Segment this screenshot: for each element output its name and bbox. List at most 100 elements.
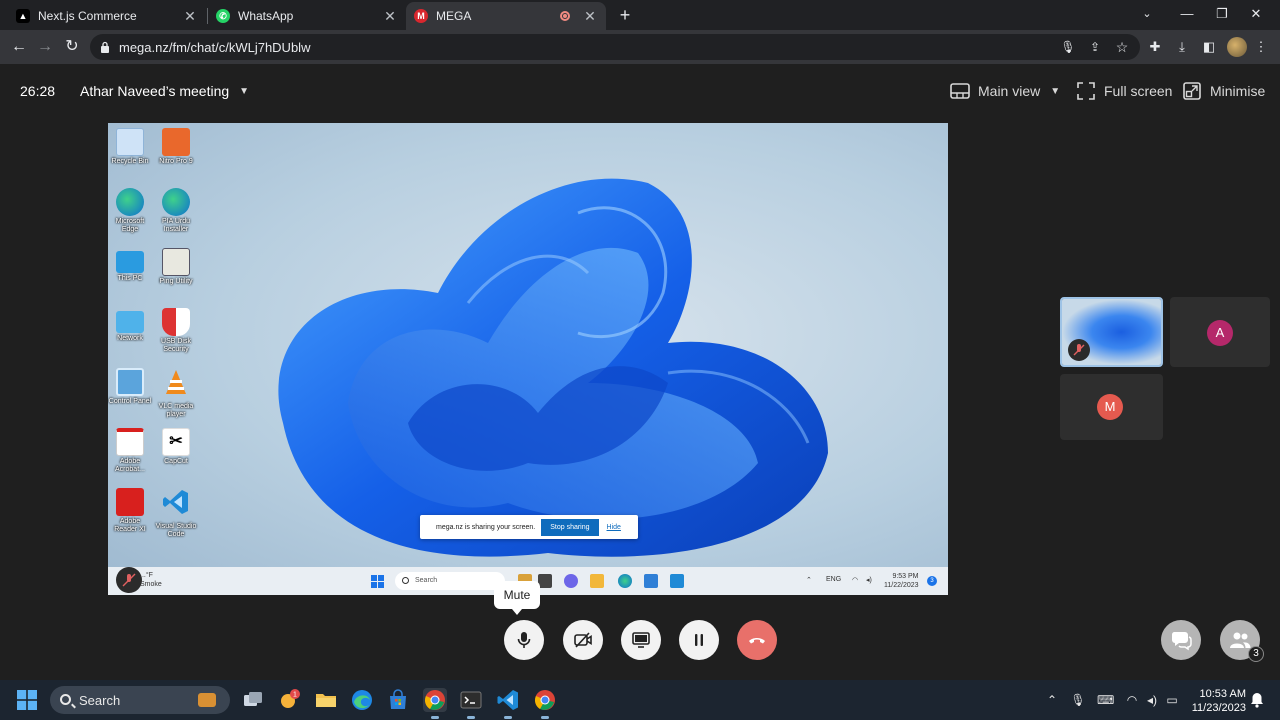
microsoft-store-icon[interactable]	[386, 688, 410, 712]
mute-button[interactable]	[504, 620, 544, 660]
screen-sharing-bar: mega.nz is sharing your screen. Stop sha…	[420, 515, 638, 539]
taskbar-search-input[interactable]: Search	[395, 572, 505, 590]
share-icon[interactable]: ⇪	[1087, 39, 1103, 55]
weather-widget[interactable]: ...°F Smoke	[140, 571, 162, 589]
full-screen-label: Full screen	[1104, 83, 1173, 99]
microphone-icon[interactable]: 🎙	[1060, 39, 1076, 55]
desktop-icon[interactable]: ✂ CapCut	[154, 428, 198, 466]
desktop-icon[interactable]: Recycle Bin	[108, 128, 152, 166]
keyboard-icon[interactable]: ⌨	[1097, 692, 1114, 708]
share-screen-button[interactable]	[621, 620, 661, 660]
folder-icon[interactable]	[590, 574, 604, 588]
bookmark-star-icon[interactable]: ☆	[1114, 39, 1130, 55]
tab-mega[interactable]: M MEGA ✕	[406, 2, 606, 30]
participant-tile-screen[interactable]	[1060, 297, 1163, 367]
minimize-window-button[interactable]: —	[1176, 4, 1198, 24]
chrome-icon[interactable]	[423, 688, 447, 719]
address-bar[interactable]: mega.nz/fm/chat/c/kWLj7hDUblw 🎙 ⇪ ☆	[90, 34, 1140, 60]
main-view-button[interactable]: Main view ▼	[950, 80, 1060, 102]
participant-tile-m[interactable]: M	[1060, 374, 1163, 440]
desktop-icon[interactable]: USB Disk Security	[154, 308, 198, 354]
hide-sharing-bar-link[interactable]: Hide	[607, 524, 621, 531]
volume-icon[interactable]: ◂)	[866, 576, 872, 584]
tab-whatsapp[interactable]: ✆ WhatsApp ✕	[208, 2, 406, 30]
muted-user-avatar	[116, 567, 142, 593]
downloads-icon[interactable]: ⤓	[1174, 39, 1190, 55]
desktop-icon[interactable]: Adobe Reader XI	[108, 488, 152, 534]
desktop-icon[interactable]: Nitro Pro 9	[154, 128, 198, 166]
new-tab-button[interactable]: +	[614, 4, 636, 26]
participant-tile-a[interactable]: A	[1170, 297, 1270, 367]
desktop-icon-label: Visual Studio Code	[155, 523, 197, 538]
end-call-button[interactable]	[737, 620, 777, 660]
desktop-icon[interactable]: Visual Studio Code	[154, 488, 198, 539]
volume-icon[interactable]: ◂)	[1144, 692, 1160, 708]
shared-screen-clock[interactable]: 9:53 PM 11/22/2023	[884, 572, 919, 590]
widgets-icon[interactable]: 1	[278, 688, 302, 712]
reload-icon[interactable]: ↻	[61, 36, 83, 58]
taskbar-search-input[interactable]: Search	[50, 686, 230, 714]
extensions-icon[interactable]: ✚	[1147, 39, 1163, 55]
browser-toolbar: ← → ↻ mega.nz/fm/chat/c/kWLj7hDUblw 🎙 ⇪ …	[0, 30, 1280, 64]
vscode-icon[interactable]	[496, 688, 520, 719]
vscode-icon[interactable]	[670, 574, 684, 588]
close-tab-icon[interactable]: ✕	[382, 8, 398, 24]
chat-button[interactable]	[1161, 620, 1201, 660]
back-icon[interactable]: ←	[8, 36, 30, 58]
wifi-icon[interactable]: ◠	[1124, 692, 1140, 708]
edge-icon[interactable]	[618, 574, 632, 588]
sharing-message: mega.nz is sharing your screen.	[436, 523, 536, 531]
menu-icon[interactable]: ⋮	[1253, 39, 1269, 55]
desktop-icon-label: Ping Utility	[159, 278, 193, 285]
desktop-icon[interactable]: Microsoft Edge	[108, 188, 152, 234]
desktop-icon-label: Microsoft Edge	[115, 218, 145, 233]
notification-bell-icon[interactable]	[1250, 692, 1264, 708]
hold-call-button[interactable]	[679, 620, 719, 660]
full-screen-button[interactable]: Full screen	[1076, 80, 1172, 102]
participants-button[interactable]: 3	[1220, 620, 1264, 662]
camera-toggle-button[interactable]	[563, 620, 603, 660]
desktop-icon[interactable]: VLC media player	[154, 368, 198, 419]
terminal-icon[interactable]	[459, 688, 483, 719]
wifi-icon[interactable]: ◠	[852, 576, 858, 584]
edge-icon[interactable]	[350, 688, 374, 712]
desktop-icon[interactable]: Adobe Acrobat...	[108, 428, 152, 474]
microphone-icon[interactable]: 🎙	[1070, 692, 1086, 708]
task-view-icon[interactable]	[538, 574, 552, 588]
desktop-icon[interactable]: Network	[108, 308, 152, 343]
meeting-title[interactable]: Athar Naveed’s meeting ▼	[80, 83, 249, 99]
teams-chat-icon[interactable]	[564, 574, 578, 588]
system-clock[interactable]: 10:53 AM 11/23/2023	[1188, 687, 1246, 715]
desktop-icon[interactable]: Ping Utility	[154, 248, 198, 286]
close-window-button[interactable]: ✕	[1245, 4, 1267, 24]
desktop-icon[interactable]: This PC	[108, 248, 152, 283]
minimise-button[interactable]: Minimise	[1182, 80, 1265, 102]
store-icon[interactable]	[644, 574, 658, 588]
close-tab-icon[interactable]: ✕	[582, 8, 598, 24]
edge-icon	[162, 188, 190, 216]
forward-icon[interactable]: →	[34, 36, 56, 58]
vlc-icon	[166, 370, 186, 394]
chevron-up-icon[interactable]: ⌃	[1044, 692, 1060, 708]
profile-avatar[interactable]	[1227, 37, 1247, 57]
mega-icon: M	[414, 9, 428, 23]
tab-search-icon[interactable]: ⌄	[1136, 4, 1158, 24]
close-tab-icon[interactable]: ✕	[182, 8, 198, 24]
language-indicator[interactable]: ENG	[826, 576, 841, 583]
windows-start-icon[interactable]	[17, 690, 37, 710]
side-panel-icon[interactable]: ◧	[1201, 39, 1217, 55]
acrobat-icon	[116, 488, 144, 516]
stop-sharing-button[interactable]: Stop sharing	[541, 518, 599, 536]
desktop-icon[interactable]: Control Panel	[108, 368, 152, 406]
windows-start-icon[interactable]	[371, 575, 384, 588]
desktop-icon[interactable]: PIA Urdu Installer	[154, 188, 198, 234]
tab-nextjs-commerce[interactable]: ▲ Next.js Commerce ✕	[8, 2, 206, 30]
file-explorer-icon[interactable]	[314, 688, 338, 712]
notification-badge[interactable]: 3	[927, 576, 937, 586]
edge-icon	[116, 188, 144, 216]
battery-icon[interactable]: ▭	[1164, 692, 1180, 708]
chevron-up-icon[interactable]: ⌃	[806, 576, 812, 584]
task-view-icon[interactable]	[241, 688, 265, 712]
restore-window-button[interactable]: ❐	[1211, 4, 1233, 24]
chrome-icon[interactable]	[533, 688, 557, 719]
